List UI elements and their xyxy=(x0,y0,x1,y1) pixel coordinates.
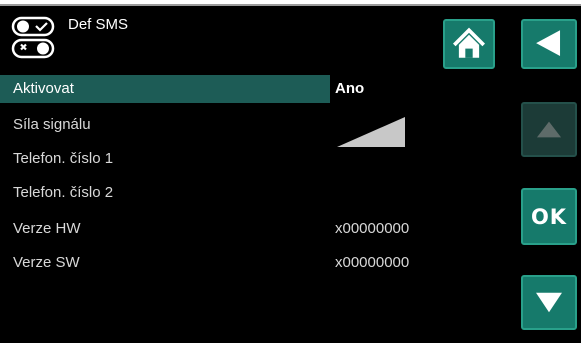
setting-label: Aktivovat xyxy=(13,80,74,97)
setting-row-aktivovat[interactable]: Aktivovat xyxy=(0,75,330,103)
down-arrow-icon xyxy=(536,292,562,313)
setting-row-telefon-1[interactable]: Telefon. číslo 1 xyxy=(0,145,330,173)
setting-row-telefon-2[interactable]: Telefon. číslo 2 xyxy=(0,179,330,207)
home-icon xyxy=(452,27,486,58)
signal-strength-icon xyxy=(337,117,405,147)
setting-value-aktivovat: Ano xyxy=(335,80,365,97)
up-button[interactable] xyxy=(521,102,577,157)
back-arrow-icon xyxy=(536,30,561,56)
sms-toggle-icon xyxy=(11,16,55,59)
setting-row-signal[interactable]: Síla signálu xyxy=(0,111,330,139)
setting-label: Verze SW xyxy=(13,254,80,271)
setting-label: Síla signálu xyxy=(13,116,91,133)
top-border-shadow xyxy=(0,4,581,6)
setting-label: Telefon. číslo 1 xyxy=(13,150,114,167)
back-button[interactable] xyxy=(521,19,577,69)
setting-row-verze-hw[interactable]: Verze HW xyxy=(0,215,330,243)
setting-label: Verze HW xyxy=(13,220,81,237)
setting-row-verze-sw[interactable]: Verze SW xyxy=(0,249,330,277)
setting-value-verze-sw: x00000000 xyxy=(335,254,410,271)
setting-value-verze-hw: x00000000 xyxy=(335,220,410,237)
setting-label: Telefon. číslo 2 xyxy=(13,184,114,201)
down-button[interactable] xyxy=(521,275,577,330)
home-button[interactable] xyxy=(443,19,495,69)
page-title: Def SMS xyxy=(68,16,129,33)
ok-button[interactable]: OK xyxy=(521,188,577,245)
up-arrow-icon xyxy=(536,121,562,138)
